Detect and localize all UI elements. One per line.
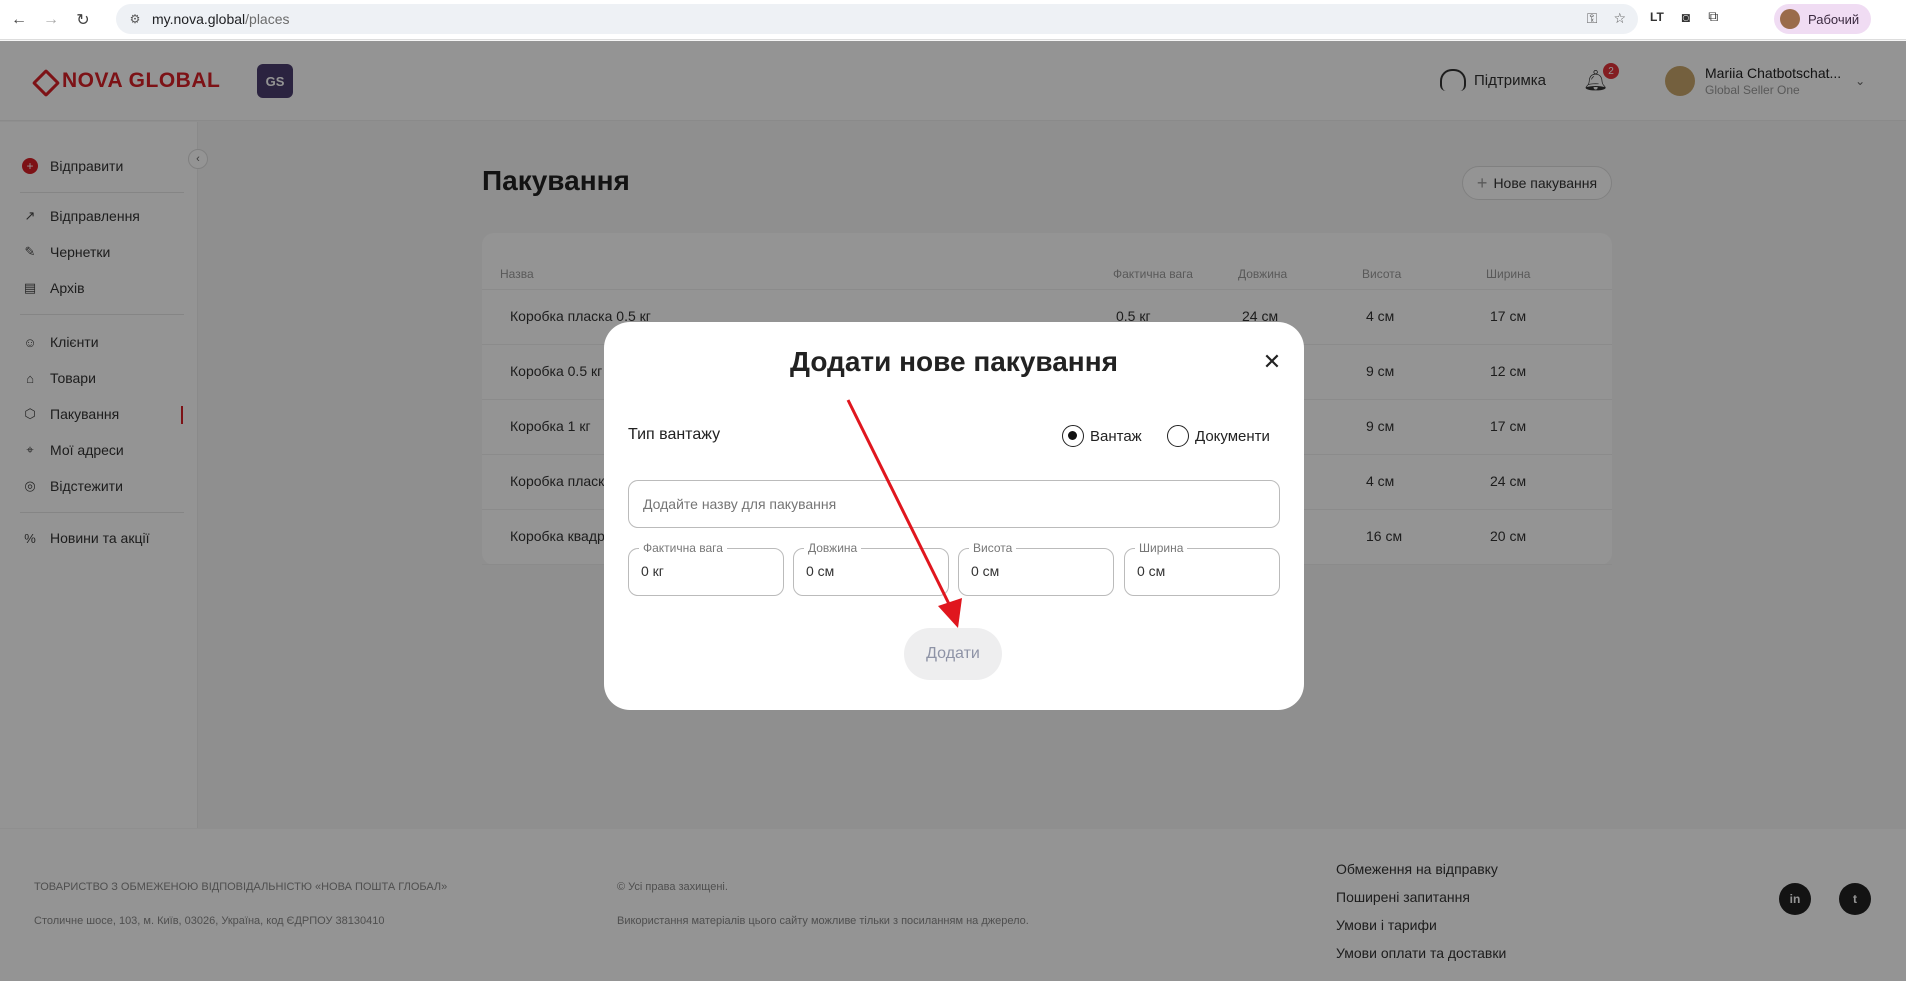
bookmark-star-icon[interactable]: ☆ bbox=[1613, 10, 1626, 27]
back-icon[interactable]: ← bbox=[6, 7, 32, 33]
profile-avatar bbox=[1780, 9, 1800, 29]
length-field[interactable]: Довжина bbox=[793, 541, 949, 596]
radio-checked-icon bbox=[1062, 425, 1084, 447]
radio-documents[interactable]: Документи bbox=[1167, 425, 1270, 447]
height-field[interactable]: Висота bbox=[958, 541, 1114, 596]
packaging-name-input[interactable] bbox=[628, 480, 1280, 528]
browser-toolbar: ← → ↻ ⚙ my.nova.global/places ⚿ ☆ LT ◙ ⧉… bbox=[0, 0, 1906, 40]
width-field[interactable]: Ширина bbox=[1124, 541, 1280, 596]
radio-cargo[interactable]: Вантаж bbox=[1062, 425, 1142, 447]
length-input[interactable] bbox=[806, 563, 936, 579]
height-input[interactable] bbox=[971, 563, 1101, 579]
cargo-type-label: Тип вантажу bbox=[628, 426, 721, 443]
close-icon[interactable]: ✕ bbox=[1262, 351, 1282, 373]
profile-name: Рабочий bbox=[1808, 11, 1860, 27]
url-text: my.nova.global/places bbox=[152, 11, 290, 27]
radio-unchecked-icon bbox=[1167, 425, 1189, 447]
address-bar[interactable]: ⚙ my.nova.global/places ⚿ ☆ bbox=[116, 4, 1638, 34]
profile-button[interactable]: Рабочий bbox=[1774, 4, 1872, 34]
extensions-puzzle-icon[interactable]: ⧉ bbox=[1708, 8, 1718, 25]
weight-field[interactable]: Фактична вага bbox=[628, 541, 784, 596]
add-packaging-modal: Додати нове пакування ✕ Тип вантажу Вант… bbox=[604, 322, 1304, 710]
width-input[interactable] bbox=[1137, 563, 1267, 579]
add-button[interactable]: Додати bbox=[904, 628, 1002, 680]
camera-icon[interactable]: ◙ bbox=[1682, 9, 1690, 25]
reload-icon[interactable]: ↻ bbox=[70, 7, 96, 33]
extension-lt-icon[interactable]: LT bbox=[1650, 10, 1664, 24]
modal-title: Додати нове пакування bbox=[790, 346, 1118, 377]
weight-input[interactable] bbox=[641, 563, 771, 579]
site-settings-icon[interactable]: ⚙ bbox=[126, 10, 144, 28]
forward-icon[interactable]: → bbox=[38, 7, 64, 33]
key-icon[interactable]: ⚿ bbox=[1587, 10, 1598, 27]
